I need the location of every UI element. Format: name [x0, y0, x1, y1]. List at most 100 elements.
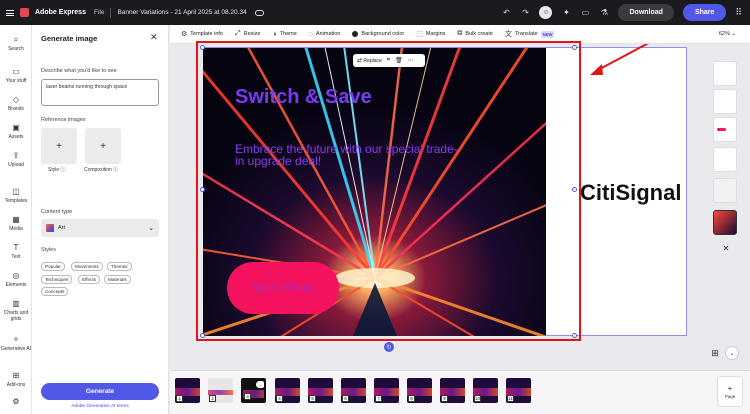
text-icon: T [13, 243, 19, 252]
style-chip[interactable]: Materials [104, 275, 131, 284]
bulk-create-button[interactable]: ⧉ Bulk create [457, 30, 493, 38]
page-thumbnail[interactable]: 2 [208, 378, 233, 403]
variations-rail: ✕ [711, 59, 740, 299]
rail-item-templates[interactable]: ◫ Templates [0, 187, 32, 204]
info-icon[interactable]: ⓘ [113, 167, 118, 173]
context-toolbar: ⇄ Replace ⌗ 🗑 ⋯ [353, 54, 425, 67]
background-color-icon [352, 31, 359, 37]
delete-icon[interactable]: 🗑 [395, 57, 403, 64]
more-icon[interactable]: ⋯ [408, 57, 414, 64]
assets-icon: ▣ [12, 123, 20, 132]
app-name: Adobe Express [35, 9, 86, 16]
comment-icon[interactable]: ▭ [580, 8, 590, 18]
close-icon[interactable]: ✕ [720, 242, 732, 254]
page-thumbnail[interactable]: 5 [308, 378, 333, 403]
variation-thumbnail[interactable] [713, 147, 737, 172]
rail-item-charts[interactable]: ▥ Charts and grids [0, 299, 32, 322]
lightbulb-icon[interactable]: ✦ [561, 8, 571, 18]
page-thumbnail[interactable]: 4 [275, 378, 300, 403]
redo-icon[interactable]: ↷ [520, 8, 530, 18]
more-icon: ⚙ [12, 397, 20, 406]
rail-item-addons[interactable]: ⊞ Add-ons [0, 371, 32, 388]
grid-view-icon[interactable]: ⊞ [708, 346, 722, 360]
replace-button[interactable]: ⇄ Replace [357, 57, 382, 64]
page-thumbnail[interactable]: 9 [440, 378, 465, 403]
variation-thumbnail[interactable] [713, 89, 737, 114]
resize-button[interactable]: ⤢ Resize [235, 30, 260, 38]
close-icon[interactable]: ✕ [150, 32, 158, 43]
page-thumbnail[interactable]: 8 [407, 378, 432, 403]
composition-reference-button[interactable]: + [85, 128, 121, 164]
variation-thumbnail[interactable] [713, 61, 737, 86]
page-thumbnail[interactable]: 1 [175, 378, 200, 403]
template-info-button[interactable]: ⚙ Template info [181, 30, 223, 38]
rotate-handle-icon[interactable]: ↻ [384, 342, 394, 352]
style-reference-button[interactable]: + [41, 128, 77, 164]
style-chip[interactable]: Movements [71, 262, 103, 271]
rail-item-upload[interactable]: ⇪ Upload [0, 151, 32, 168]
brand-name[interactable]: CitiSignal [580, 180, 681, 206]
reference-images-label: Reference images [41, 117, 86, 123]
translate-button[interactable]: 文 Translate NEW [505, 29, 555, 39]
page-thumbnail[interactable]: 6 [341, 378, 366, 403]
page-thumbnail[interactable]: 7 [374, 378, 399, 403]
rail-item-generative-ai[interactable]: ✧ Generative AI [0, 335, 32, 352]
style-chip[interactable]: Themes [107, 262, 132, 271]
template-info-icon: ⚙ [181, 31, 188, 38]
download-button[interactable]: Download [618, 4, 674, 21]
theme-button[interactable]: ◑ Theme [272, 31, 296, 38]
page-thumbnail[interactable]: 11 [506, 378, 531, 403]
resize-handle[interactable] [200, 187, 205, 192]
more-icon[interactable]: ... [256, 381, 264, 388]
variation-thumbnail-selected[interactable] [713, 210, 737, 235]
chevron-down-icon[interactable]: ⌄ [725, 346, 739, 360]
rail-item-elements[interactable]: ◎ Elements [0, 271, 32, 288]
elements-icon: ◎ [12, 271, 20, 280]
variation-thumbnail[interactable] [713, 117, 737, 142]
variation-thumbnail[interactable] [713, 178, 737, 203]
labs-icon[interactable]: ⚗ [599, 8, 609, 18]
undo-icon[interactable]: ↶ [501, 8, 511, 18]
resize-handle[interactable] [572, 45, 577, 50]
style-chip[interactable]: Techniques [41, 275, 73, 284]
plus-icon: + [727, 384, 733, 393]
rail-item-your-stuff[interactable]: ▭ Your stuff [0, 67, 32, 84]
generate-button[interactable]: Generate [41, 383, 159, 400]
panel-title: Generate image [41, 34, 98, 43]
terms-link[interactable]: Adobe Generative AI terms [41, 404, 159, 409]
background-color-button[interactable]: Background color [352, 31, 404, 37]
margins-button[interactable]: ⬚ Margins [416, 30, 445, 38]
divider [110, 7, 112, 18]
style-chip[interactable]: Concepts [41, 287, 69, 296]
zoom-level[interactable]: 62% ⌄ [719, 31, 736, 37]
content-type-select[interactable]: Art ⌄ [41, 219, 159, 237]
rail-item-text[interactable]: T Text [0, 243, 32, 260]
rail-item-brands[interactable]: ◇ Brands [0, 95, 32, 112]
share-button[interactable]: Share [682, 4, 727, 21]
apps-grid-icon[interactable]: ⠿ [735, 7, 742, 18]
style-chip[interactable]: Popular [41, 262, 65, 271]
info-icon[interactable]: ⓘ [61, 167, 66, 173]
document-title[interactable]: Banner Variations - 21 April 2025 at 08.… [117, 9, 246, 16]
rail-item-media[interactable]: ▦ Media [0, 215, 32, 232]
collaborator-avatar[interactable]: ☺ [539, 6, 553, 19]
style-chip[interactable]: Effects [78, 275, 100, 284]
resize-handle[interactable] [200, 45, 205, 50]
resize-handle[interactable] [200, 333, 205, 338]
rail-item-assets[interactable]: ▣ Assets [0, 123, 32, 140]
resize-handle[interactable] [572, 333, 577, 338]
animation-button[interactable]: ◌ Animation [309, 31, 341, 38]
crop-icon[interactable]: ⌗ [387, 57, 390, 64]
page-thumbnail-selected[interactable]: ... 3 [241, 378, 266, 403]
page-thumbnail[interactable]: 10 [473, 378, 498, 403]
cloud-sync-icon [254, 9, 264, 16]
add-page-button[interactable]: + Page [717, 376, 743, 407]
prompt-input[interactable]: laser beams running through space [41, 79, 159, 106]
file-menu[interactable]: File [94, 9, 104, 16]
addons-icon: ⊞ [12, 371, 20, 380]
rail-item-more[interactable]: ⚙ [0, 397, 32, 408]
resize-handle[interactable] [572, 187, 577, 192]
rail-item-search[interactable]: ⌕ Search [0, 35, 32, 52]
translate-icon: 文 [504, 31, 512, 38]
menu-icon[interactable] [6, 9, 14, 16]
